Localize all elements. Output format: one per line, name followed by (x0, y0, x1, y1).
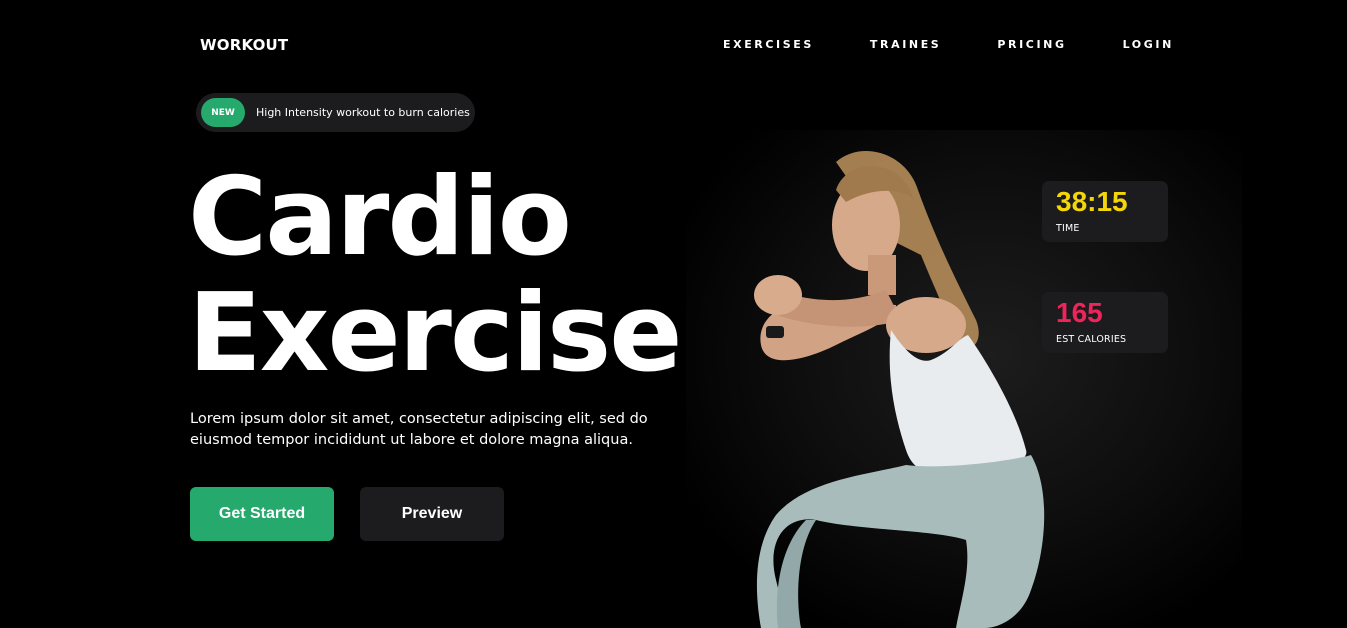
hero-title-line2: Exercise (188, 271, 683, 396)
time-value: 38:15 (1056, 186, 1128, 217)
hero-title: Cardio Exercise (188, 155, 683, 396)
calories-label: EST CALORIES (1056, 334, 1127, 345)
nav-item-traines[interactable]: TRAINES (870, 38, 941, 51)
preview-button[interactable]: Preview (360, 487, 504, 541)
hero-description: Lorem ipsum dolor sit amet, consectetur … (190, 411, 648, 448)
nav-item-exercises[interactable]: EXERCISES (723, 38, 814, 51)
brand-logo[interactable]: WORKOUT (200, 36, 288, 54)
time-stat-card: 38:15 TIME (1042, 181, 1168, 242)
nav-item-login[interactable]: LOGIN (1123, 38, 1174, 51)
promo-pill: NEW High Intensity workout to burn calor… (196, 93, 475, 132)
nav-links: EXERCISES TRAINES PRICING LOGIN (723, 38, 1230, 51)
nav-item-pricing[interactable]: PRICING (997, 38, 1066, 51)
calories-stat-card: 165 EST CALORIES (1042, 292, 1168, 353)
top-nav: WORKOUT EXERCISES TRAINES PRICING LOGIN (0, 0, 1347, 90)
calories-value: 165 (1056, 297, 1103, 328)
hero-title-line1: Cardio (188, 155, 572, 280)
get-started-button[interactable]: Get Started (190, 487, 334, 541)
time-label: TIME (1056, 223, 1080, 234)
new-badge: NEW (201, 98, 245, 127)
promo-text: High Intensity workout to burn calories (256, 106, 470, 119)
